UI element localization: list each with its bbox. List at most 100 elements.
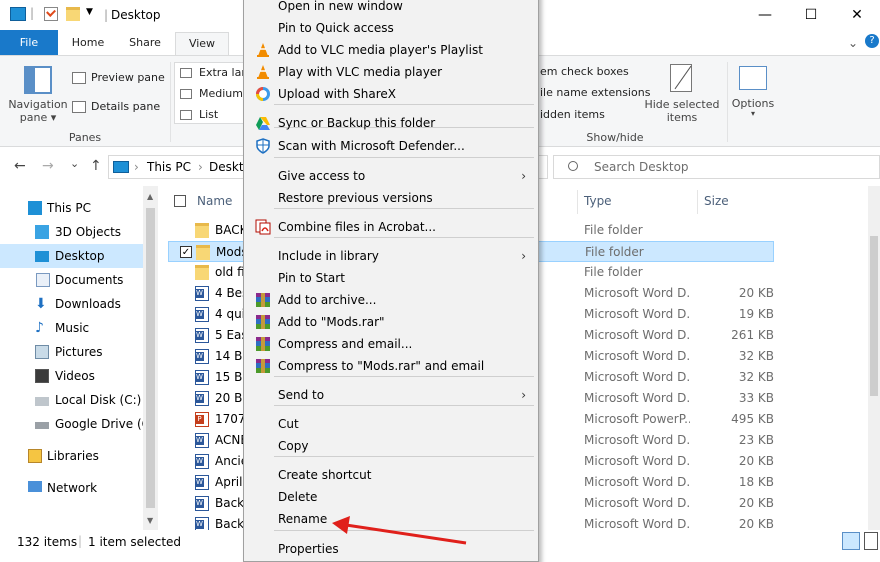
- submenu-arrow-icon: ›: [521, 249, 526, 263]
- options-dropdown-icon[interactable]: ▾: [728, 109, 778, 118]
- menu-item[interactable]: Add to VLC media player's Playlist: [244, 39, 538, 61]
- nav-item-network[interactable]: Network: [0, 476, 158, 500]
- menu-item[interactable]: Scan with Microsoft Defender...: [244, 135, 538, 157]
- hide-selected-button[interactable]: Hide selected: [640, 98, 724, 111]
- menu-item[interactable]: Pin to Quick access: [244, 17, 538, 39]
- menu-item[interactable]: Play with VLC media player: [244, 61, 538, 83]
- status-separator: |: [78, 534, 83, 548]
- search-box[interactable]: Search Desktop: [553, 155, 880, 179]
- menu-item[interactable]: Compress to "Mods.rar" and email: [244, 355, 538, 377]
- layout-medium[interactable]: Medium: [199, 87, 243, 100]
- nav-item-this-pc[interactable]: This PC: [0, 196, 158, 220]
- nav-item-3d-objects[interactable]: 3D Objects: [0, 220, 158, 244]
- back-button[interactable]: ←: [14, 158, 26, 174]
- search-input[interactable]: Search Desktop: [594, 160, 689, 174]
- menu-item[interactable]: Delete: [244, 486, 538, 508]
- medium-icons-icon: [180, 89, 192, 99]
- documents-icon: [36, 273, 50, 287]
- up-button[interactable]: ↑: [90, 158, 102, 174]
- nav-item-documents[interactable]: Documents: [0, 268, 158, 292]
- nav-pane-scrollbar[interactable]: ▲ ▼: [143, 186, 158, 530]
- winrar-icon: [255, 292, 271, 308]
- nav-item-downloads[interactable]: ⬇ Downloads: [0, 292, 158, 316]
- menu-item[interactable]: Restore previous versions: [244, 187, 538, 209]
- nav-item-music[interactable]: ♪ Music: [0, 316, 158, 340]
- menu-item[interactable]: Combine files in Acrobat...: [244, 216, 538, 238]
- nav-item-pictures[interactable]: Pictures: [0, 340, 158, 364]
- help-icon[interactable]: ?: [865, 34, 879, 48]
- recent-locations-button[interactable]: ⌄: [70, 157, 79, 170]
- nav-item-local-disk[interactable]: Local Disk (C:): [0, 388, 158, 412]
- menu-item[interactable]: Copy: [244, 435, 538, 457]
- maximize-button[interactable]: ☐: [788, 0, 834, 30]
- word-doc-icon: [195, 370, 209, 385]
- tab-share[interactable]: Share: [118, 32, 172, 56]
- menu-item[interactable]: Sync or Backup this folder: [244, 112, 538, 134]
- column-size[interactable]: Size: [704, 194, 729, 208]
- scroll-thumb[interactable]: [146, 208, 155, 508]
- tab-file[interactable]: File: [0, 30, 58, 56]
- column-name[interactable]: Name: [197, 194, 232, 208]
- nav-item-videos[interactable]: Videos: [0, 364, 158, 388]
- tab-view[interactable]: View: [175, 32, 229, 57]
- annotation-arrow-shaft: [345, 523, 467, 545]
- file-type: Microsoft Word D...: [584, 307, 690, 321]
- folder-icon: [195, 223, 209, 238]
- 3d-objects-icon: [35, 225, 49, 239]
- navigation-pane-dropdown[interactable]: pane ▾: [6, 111, 70, 124]
- file-name-extensions[interactable]: ile name extensions: [540, 86, 650, 99]
- column-type[interactable]: Type: [584, 194, 612, 208]
- menu-item[interactable]: Open in new window: [244, 0, 538, 17]
- forward-button[interactable]: →: [42, 158, 54, 174]
- menu-item[interactable]: Add to "Mods.rar": [244, 311, 538, 333]
- preview-pane-button[interactable]: Preview pane: [91, 71, 165, 84]
- scroll-up-icon[interactable]: ▲: [147, 192, 153, 201]
- properties-icon[interactable]: [44, 7, 58, 21]
- item-check-boxes[interactable]: em check boxes: [540, 65, 629, 78]
- nav-item-desktop[interactable]: Desktop: [0, 244, 158, 268]
- details-view-icon[interactable]: [842, 532, 860, 550]
- desktop-icon: [35, 251, 49, 262]
- scroll-down-icon[interactable]: ▼: [147, 516, 153, 525]
- details-pane-button[interactable]: Details pane: [91, 100, 160, 113]
- row-checkbox[interactable]: ✓: [180, 246, 192, 258]
- nav-item-google-drive[interactable]: Google Drive (G:: [0, 412, 158, 436]
- menu-item[interactable]: Cut: [244, 413, 538, 435]
- word-doc-icon: [195, 496, 209, 511]
- menu-item[interactable]: Give access to ›: [244, 165, 538, 187]
- column-separator[interactable]: [697, 190, 698, 214]
- network-icon: [28, 481, 42, 492]
- layout-list[interactable]: List: [199, 108, 218, 121]
- navigation-pane-label[interactable]: Navigation: [6, 98, 70, 111]
- vlc-icon: [255, 64, 271, 80]
- menu-item[interactable]: Include in library ›: [244, 245, 538, 267]
- column-separator[interactable]: [577, 190, 578, 214]
- select-all-checkbox[interactable]: [174, 195, 186, 207]
- menu-item[interactable]: Pin to Start: [244, 267, 538, 289]
- collapse-ribbon-icon[interactable]: ⌄: [848, 36, 858, 50]
- menu-item[interactable]: Add to archive...: [244, 289, 538, 311]
- hidden-items[interactable]: idden items: [540, 108, 605, 121]
- annotation-arrow: [332, 516, 467, 545]
- menu-item-label: Copy: [278, 439, 309, 453]
- menu-item[interactable]: Send to ›: [244, 384, 538, 406]
- large-icons-view-icon[interactable]: [864, 532, 878, 550]
- file-type: Microsoft Word D...: [584, 496, 690, 510]
- file-list-scrollbar[interactable]: [868, 186, 880, 530]
- menu-item[interactable]: Create shortcut: [244, 464, 538, 486]
- close-button[interactable]: ✕: [834, 0, 880, 30]
- minimize-button[interactable]: —: [742, 0, 788, 30]
- breadcrumb-this-pc[interactable]: This PC: [147, 160, 191, 174]
- new-folder-icon[interactable]: [66, 7, 80, 21]
- nav-item-libraries[interactable]: Libraries: [0, 444, 158, 468]
- scroll-thumb[interactable]: [870, 236, 878, 396]
- menu-item[interactable]: Compress and email...: [244, 333, 538, 355]
- drive-icon: [35, 397, 49, 406]
- submenu-arrow-icon: ›: [521, 388, 526, 402]
- word-doc-icon: [195, 328, 209, 343]
- music-note-icon: ♪: [35, 320, 44, 336]
- menu-item[interactable]: Upload with ShareX: [244, 83, 538, 105]
- qat-dropdown-icon[interactable]: ▼: [86, 7, 93, 17]
- tab-home[interactable]: Home: [62, 32, 114, 56]
- hide-selected-button-line2[interactable]: items: [640, 111, 724, 124]
